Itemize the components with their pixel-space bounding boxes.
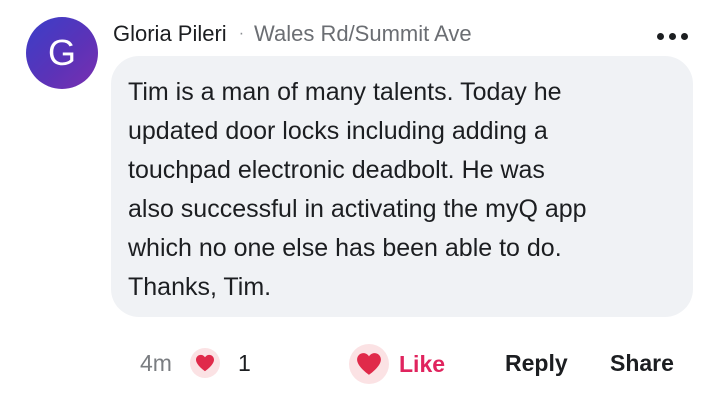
heart-icon[interactable] [190,348,220,378]
comment-card: G Gloria Pileri · Wales Rd/Summit Ave Ti… [0,0,720,403]
heart-icon [349,344,389,384]
avatar[interactable]: G [26,17,98,89]
comment-text: Tim is a man of many talents. Today he u… [128,78,587,301]
comment-header: Gloria Pileri · Wales Rd/Summit Ave [113,18,472,50]
share-button[interactable]: Share [610,350,674,377]
author-name[interactable]: Gloria Pileri [113,21,227,47]
more-options-button[interactable] [650,24,694,48]
comment-timestamp[interactable]: 4m [140,350,172,377]
reply-button[interactable]: Reply [505,350,568,377]
more-options-icon [656,32,688,40]
reaction-count[interactable]: 1 [238,350,251,377]
like-label: Like [399,350,446,377]
comment-bubble: Tim is a man of many talents. Today he u… [111,56,693,317]
header-separator: · [238,25,245,42]
like-button[interactable]: Like [349,342,445,386]
author-location[interactable]: Wales Rd/Summit Ave [254,21,472,47]
avatar-letter: G [47,32,76,73]
comment-footer: 4m 1 Like Reply Share [0,340,720,388]
